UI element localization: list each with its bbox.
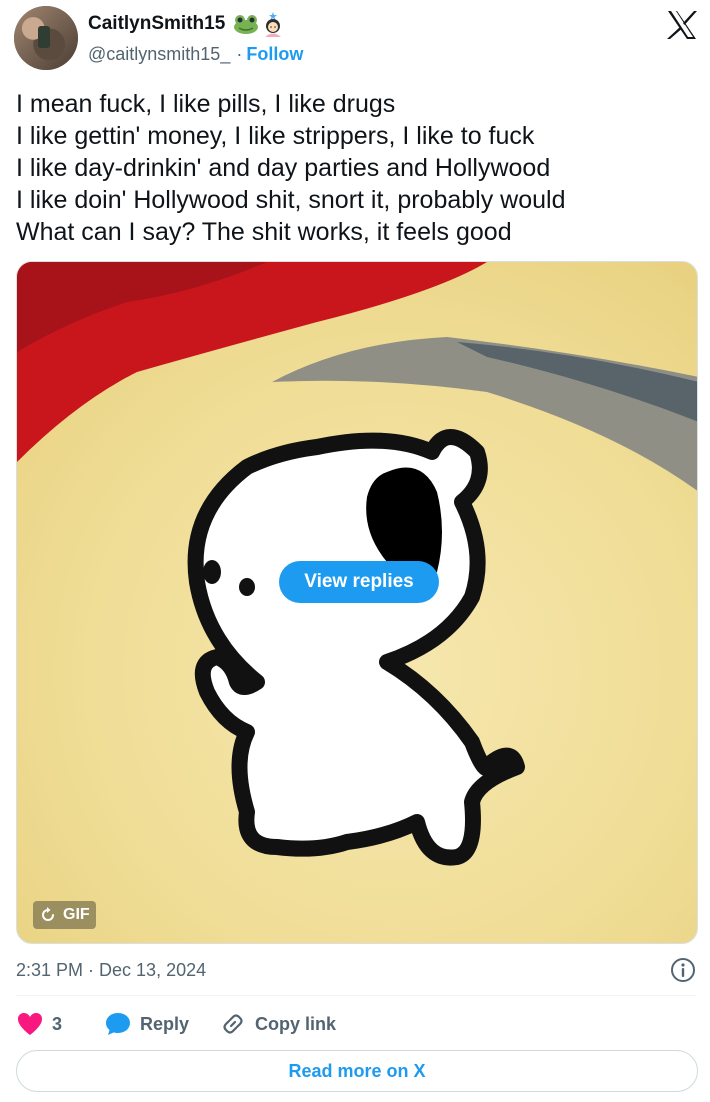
avatar-phone	[38, 26, 50, 48]
copy-link-label: Copy link	[255, 1013, 337, 1034]
divider	[16, 995, 696, 996]
user-handle[interactable]: @caitlynsmith15_	[88, 44, 230, 65]
tweet-timestamp[interactable]: 2:31 PM · Dec 13, 2024	[16, 957, 206, 983]
tweet-line: I like gettin' money, I like strippers, …	[16, 122, 535, 150]
heart-icon	[16, 1010, 44, 1038]
view-replies-button[interactable]: View replies	[279, 561, 439, 603]
reply-label: Reply	[140, 1013, 190, 1034]
tweet-line: I mean fuck, I like pills, I like drugs	[16, 90, 396, 118]
like-button[interactable]: 3	[16, 1010, 62, 1038]
handle-row: @caitlynsmith15_ · Follow	[88, 42, 303, 66]
link-icon	[219, 1010, 247, 1038]
separator: ·	[236, 43, 243, 64]
copy-link-button[interactable]: Copy link	[219, 1010, 336, 1038]
name-row: CaitlynSmith15	[88, 10, 285, 38]
tweet-line: I like day-drinkin' and day parties and …	[16, 154, 551, 182]
woman-emoji-icon	[261, 11, 285, 37]
gif-label: GIF	[63, 906, 90, 923]
frog-emoji-icon	[233, 14, 259, 34]
gif-frame-illustration	[17, 262, 697, 943]
x-logo-icon[interactable]	[666, 10, 698, 40]
action-bar: 3 Reply Copy link	[16, 1010, 336, 1038]
follow-link[interactable]: Follow	[246, 44, 303, 65]
tweet-header: CaitlynSmith15 @caitlynsmith15_ · Follow	[0, 0, 710, 80]
like-count: 3	[52, 1013, 63, 1034]
reply-bubble-icon	[104, 1010, 132, 1038]
gif-badge[interactable]: GIF	[33, 901, 96, 929]
tweet-line: What can I say? The shit works, it feels…	[16, 218, 512, 246]
info-icon[interactable]	[670, 957, 696, 983]
display-name[interactable]: CaitlynSmith15	[88, 13, 225, 35]
replay-icon	[39, 906, 57, 924]
avatar[interactable]	[14, 6, 78, 70]
reply-button[interactable]: Reply	[104, 1010, 189, 1038]
tweet-text: I mean fuck, I like pills, I like drugs …	[16, 88, 696, 248]
gif-media[interactable]: View replies GIF	[16, 261, 698, 944]
read-more-button[interactable]: Read more on X	[16, 1050, 698, 1092]
tweet-line: I like doin' Hollywood shit, snort it, p…	[16, 186, 566, 214]
